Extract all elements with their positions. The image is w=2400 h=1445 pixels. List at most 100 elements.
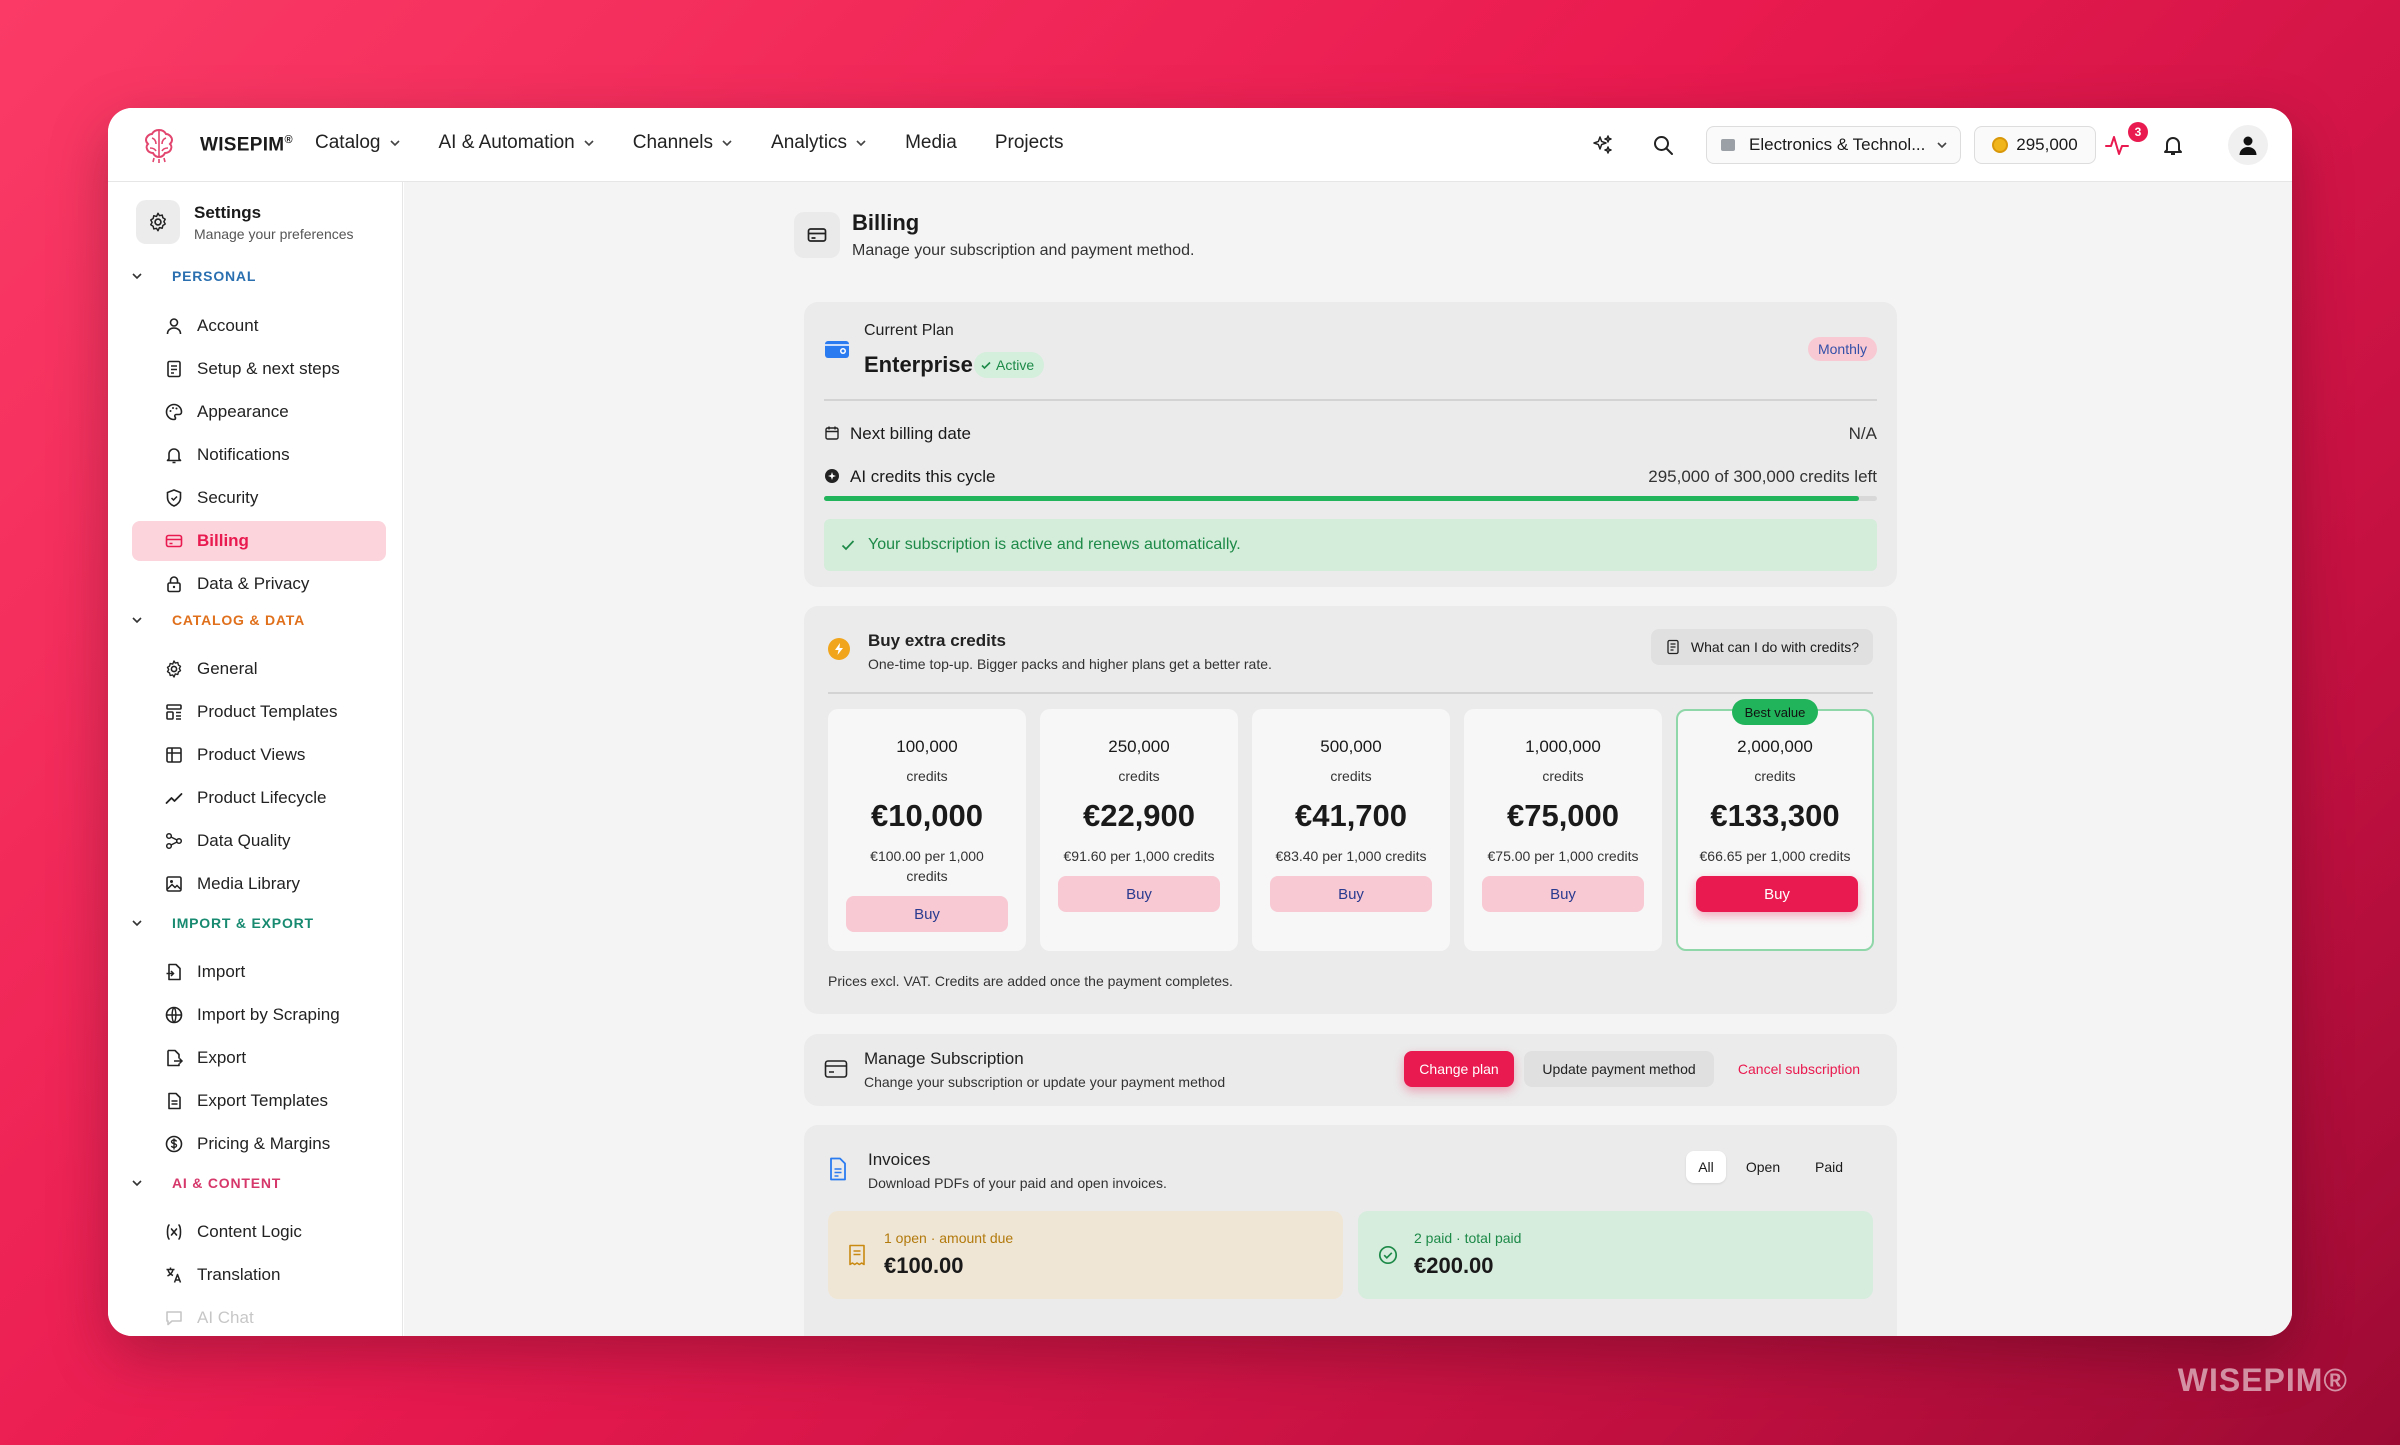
sidebar-item-data-privacy[interactable]: Data & Privacy [132, 564, 386, 604]
palette-icon [165, 403, 183, 421]
brain-logo-icon[interactable] [138, 124, 180, 166]
translate-icon [166, 1267, 182, 1283]
sidebar-item-label: Appearance [197, 402, 289, 421]
sidebar-item-label: Data Quality [197, 831, 291, 850]
buy-button[interactable]: Buy [1270, 876, 1432, 912]
dollar-circle-icon [165, 1135, 183, 1153]
image-icon [166, 876, 182, 892]
chevron-down-icon [132, 920, 142, 927]
section-import-export[interactable]: IMPORT & EXPORT [130, 915, 314, 931]
tab-paid[interactable]: Paid [1804, 1151, 1854, 1183]
sidebar-item-notifications[interactable]: Notifications [132, 435, 386, 475]
nav-projects[interactable]: Projects [995, 132, 1064, 154]
ai-sparkles-button[interactable] [1588, 130, 1618, 160]
page-title: Billing [852, 210, 920, 235]
sidebar-item-media-library[interactable]: Media Library [132, 864, 386, 904]
ai-credits-icon [825, 469, 839, 483]
receipt-icon [849, 1244, 865, 1266]
top-navigation-bar: WISEPIM® Catalog AI & Automation Channel… [108, 108, 2292, 182]
update-payment-button[interactable]: Update payment method [1524, 1051, 1714, 1087]
open-invoices-summary[interactable]: 1 open · amount due €100.00 [828, 1211, 1343, 1299]
sidebar-item-translation[interactable]: Translation [132, 1255, 386, 1295]
pack-credits: 250,000 [1108, 737, 1170, 756]
sidebar-item-security[interactable]: Security [132, 478, 386, 518]
pack-rate: €100.00 per 1,000 credits [870, 848, 984, 884]
sidebar-item-billing[interactable]: Billing [132, 521, 386, 561]
open-invoices-amount: €100.00 [884, 1253, 964, 1278]
credit-pack-card: 1,000,000 credits €75,000 €75.00 per 1,0… [1464, 709, 1662, 951]
chevron-down-icon [132, 273, 142, 280]
section-catalog-data[interactable]: CATALOG & DATA [130, 612, 305, 628]
search-button[interactable] [1648, 130, 1678, 160]
main-nav: Catalog AI & Automation Channels Analyti… [315, 132, 1101, 154]
chevron-down-icon [856, 140, 866, 147]
workspace-select[interactable]: Electronics & Technol... [1706, 126, 1961, 164]
sidebar-item-import-scraping[interactable]: Import by Scraping [132, 995, 386, 1035]
credits-progress-fill [824, 496, 1860, 501]
credit-card-icon [824, 1060, 848, 1078]
sidebar-item-label: Pricing & Margins [197, 1134, 331, 1153]
settings-title: Settings [194, 202, 262, 222]
sidebar-item-account[interactable]: Account [132, 306, 386, 346]
user-avatar[interactable] [2228, 125, 2268, 165]
sidebar-item-appearance[interactable]: Appearance [132, 392, 386, 432]
manage-subtitle: Change your subscription or update your … [864, 1074, 1226, 1090]
credits-help-button[interactable]: What can I do with credits? [1650, 629, 1873, 665]
nav-ai-automation[interactable]: AI & Automation [439, 132, 595, 154]
nav-catalog[interactable]: Catalog [315, 132, 401, 154]
gear-icon [166, 660, 182, 678]
sidebar-item-label: Export Templates [197, 1091, 329, 1110]
change-plan-button[interactable]: Change plan [1404, 1051, 1514, 1087]
buy-button[interactable]: Buy [1482, 876, 1644, 912]
section-label: IMPORT & EXPORT [172, 915, 314, 931]
nav-analytics[interactable]: Analytics [771, 132, 867, 154]
buy-button[interactable]: Buy [1058, 876, 1220, 912]
page-header: Billing Manage your subscription and pay… [794, 210, 1194, 260]
section-personal[interactable]: PERSONAL [130, 268, 256, 284]
help-button-label: What can I do with credits? [1690, 639, 1859, 655]
cancel-subscription-button[interactable]: Cancel subscription [1724, 1051, 1874, 1087]
section-label: AI & CONTENT [172, 1175, 282, 1191]
sidebar-item-general[interactable]: General [132, 649, 386, 689]
activity-badge: 3 [2128, 122, 2148, 142]
credit-card-icon [165, 534, 183, 548]
sidebar-item-pricing-margins[interactable]: Pricing & Margins [132, 1124, 386, 1164]
sidebar-item-import[interactable]: Import [132, 952, 386, 992]
document-icon [1667, 639, 1679, 655]
notifications-button[interactable] [2158, 130, 2188, 160]
section-ai-content[interactable]: AI & CONTENT [130, 1175, 281, 1191]
plan-name: Enterprise [864, 352, 973, 377]
sidebar-item-product-templates[interactable]: Product Templates [132, 692, 386, 732]
sidebar-item-setup[interactable]: Setup & next steps [132, 349, 386, 389]
sidebar-item-content-logic[interactable]: Content Logic [132, 1212, 386, 1252]
sidebar-item-export-templates[interactable]: Export Templates [132, 1081, 386, 1121]
sidebar-item-ai-chat[interactable]: AI Chat [132, 1298, 386, 1336]
pack-unit: credits [1330, 768, 1372, 784]
tab-open[interactable]: Open [1738, 1151, 1788, 1183]
chevron-down-icon [1937, 142, 1947, 149]
buy-button[interactable]: Buy [1696, 876, 1858, 912]
file-import-icon [166, 963, 181, 981]
pricing-footnote: Prices excl. VAT. Credits are added once… [828, 973, 1233, 989]
credits-label: AI credits this cycle [850, 467, 996, 486]
calendar-icon [825, 426, 839, 440]
wallet-icon [825, 341, 849, 358]
sidebar-item-export[interactable]: Export [132, 1038, 386, 1078]
nav-channels[interactable]: Channels [633, 132, 733, 154]
invoices-subtitle: Download PDFs of your paid and open invo… [868, 1175, 1167, 1191]
user-icon [2239, 136, 2257, 155]
paid-invoices-summary[interactable]: 2 paid · total paid €200.00 [1358, 1211, 1873, 1299]
sidebar-item-data-quality[interactable]: Data Quality [132, 821, 386, 861]
credits-balance[interactable]: 295,000 [1974, 126, 2096, 164]
file-text-icon [168, 1092, 181, 1110]
sidebar-item-product-views[interactable]: Product Views [132, 735, 386, 775]
sidebar-item-product-lifecycle[interactable]: Product Lifecycle [132, 778, 386, 818]
sidebar-item-label: Media Library [197, 874, 300, 893]
billing-main-panel: Billing Manage your subscription and pay… [404, 182, 2292, 1336]
buy-button[interactable]: Buy [846, 896, 1008, 932]
tab-all[interactable]: All [1686, 1151, 1726, 1183]
invoices-title: Invoices [868, 1150, 931, 1169]
pack-rate: €66.65 per 1,000 credits [1699, 848, 1851, 864]
variable-icon [166, 1224, 182, 1240]
nav-media[interactable]: Media [905, 132, 957, 154]
